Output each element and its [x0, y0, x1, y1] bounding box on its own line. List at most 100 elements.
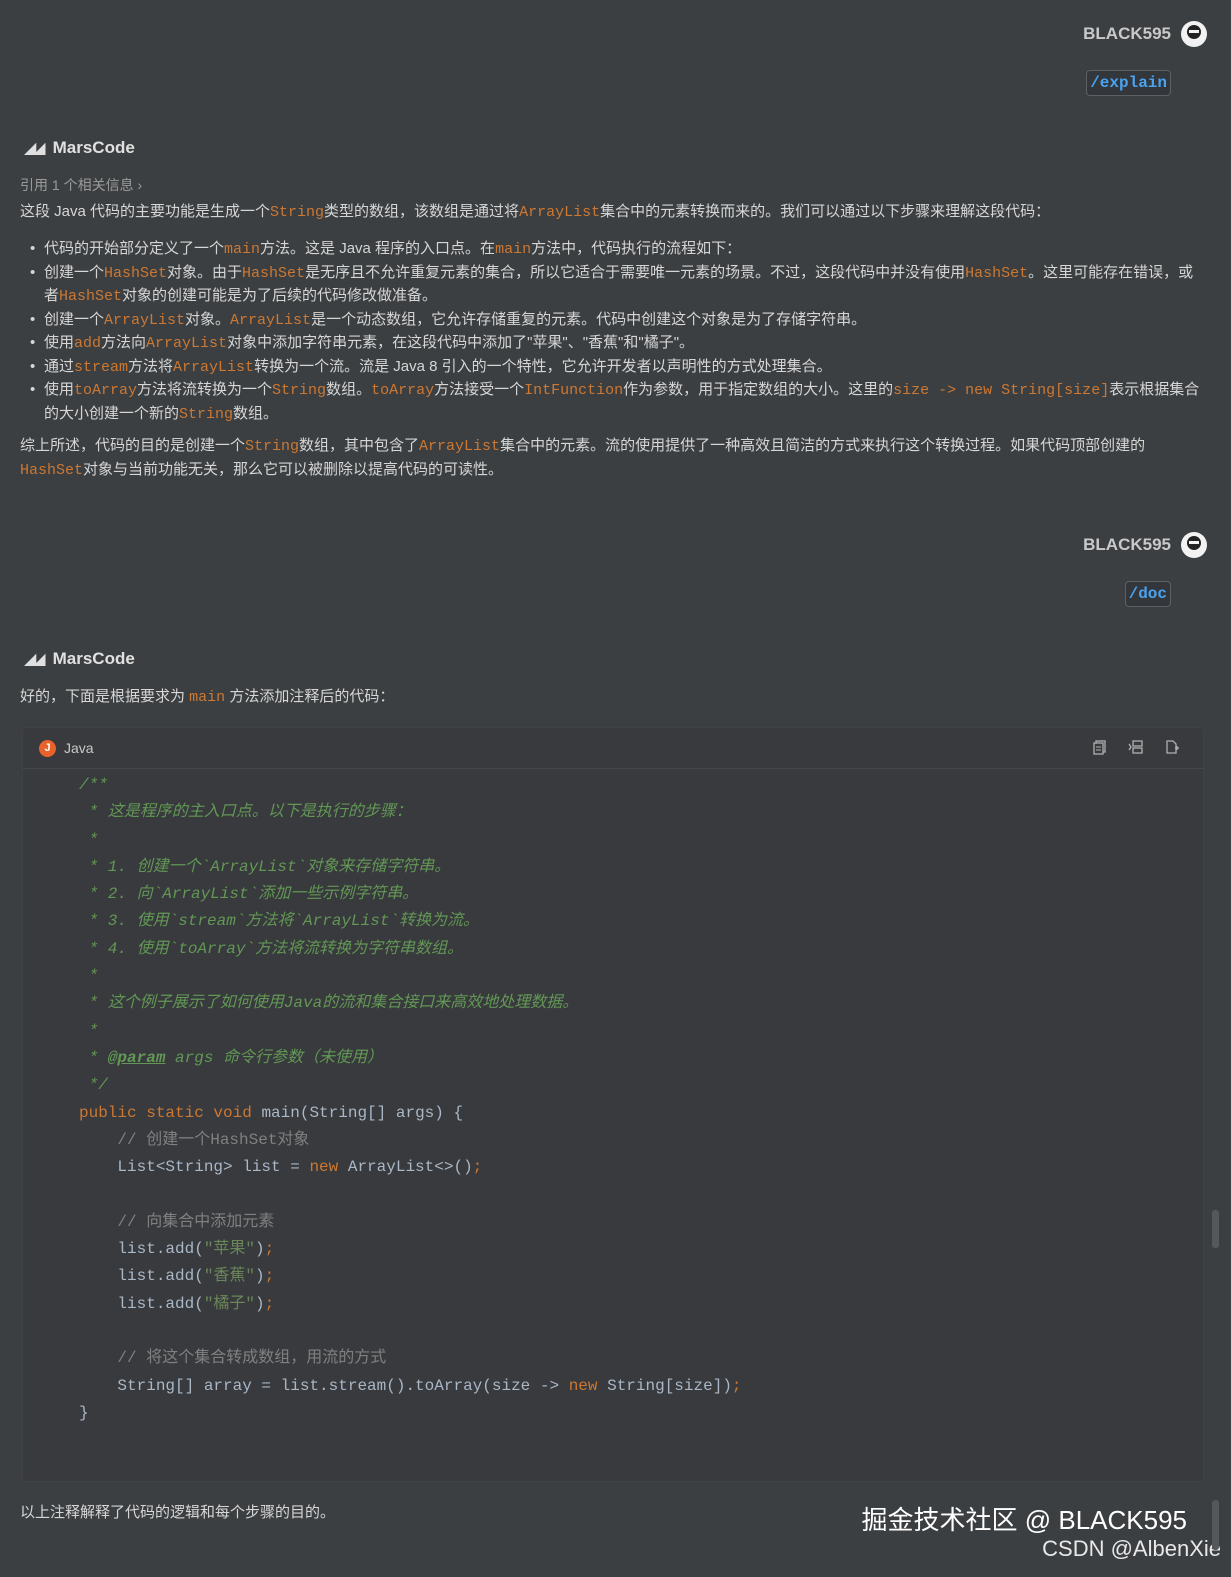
inline-code: main [495, 241, 532, 258]
user-name: BLACK595 [1083, 24, 1171, 43]
code-line: public static void main(String[] args) { [79, 1103, 464, 1122]
text-segment: 使用 [44, 381, 75, 398]
text-segment: 方法接受一个 [434, 381, 525, 398]
inline-code: add [74, 335, 102, 352]
text-segment: 代码的开始部分定义了一个 [44, 240, 225, 257]
new-file-icon[interactable] [1163, 738, 1181, 756]
inline-code: toArray [74, 382, 138, 399]
code-content: /** * 这是程序的主入口点。以下是执行的步骤： * * 1. 创建一个`Ar… [23, 772, 742, 1427]
marscode-logo-icon: ◢◢ [24, 651, 46, 668]
text-segment: 创建一个 [44, 263, 105, 281]
code-block: J Java /** * 这是程序的主入口点。以下是执行的步骤： * * 1. … [22, 727, 1204, 1482]
scrollbar-thumb[interactable] [1212, 1210, 1219, 1248]
text-segment: 综上所述，代码的目的是创建一个 [20, 437, 246, 454]
text-segment: 数组，其中包含了 [299, 437, 420, 454]
text-segment: 集合中的元素。流的使用提供了一种高效且简洁的方式来执行这个转换过程。如果代码顶部… [500, 437, 1146, 454]
text-segment: 对象。由于 [167, 263, 243, 281]
code-line: List<String> list = new ArrayList<>(); [79, 1158, 483, 1177]
inline-code: HashSet [242, 264, 306, 282]
inline-code: size -> new String[size] [893, 382, 1110, 399]
user-header-2: BLACK595 [1083, 532, 1207, 558]
explain-summary: 综上所述，代码的目的是创建一个String数组，其中包含了ArrayList集合… [20, 434, 1201, 482]
inline-code: String [245, 438, 300, 455]
avatar[interactable] [1181, 532, 1207, 558]
code-block-header: J Java [23, 728, 1203, 769]
code-line: list.add("橘子"); [79, 1294, 275, 1313]
code-line: * 这是程序的主入口点。以下是执行的步骤： [79, 803, 412, 822]
insert-icon[interactable] [1127, 738, 1145, 756]
avatar[interactable] [1181, 21, 1207, 47]
text-segment: 方法。这是 Java 程序的入口点。在 [260, 240, 496, 257]
text-segment: 这段 Java 代码的主要功能是生成一个 [20, 203, 271, 220]
text-segment: 类型的数组，该数组是通过将 [324, 203, 520, 220]
code-line: * 3. 使用`stream`方法将`ArrayList`转换为流。 [79, 912, 480, 931]
command-doc: /doc [1124, 581, 1171, 607]
text-segment: 方法添加注释后的代码： [225, 688, 395, 705]
text-segment: 方法将流转换为一个 [137, 381, 273, 398]
inline-code: HashSet [104, 264, 168, 282]
text-segment: 方法向 [101, 334, 147, 351]
csdn-watermark: CSDN @AlbenXie [1042, 1536, 1221, 1561]
text-segment: 作为参数，用于指定数组的大小。这里的 [623, 381, 894, 398]
text-segment: 数组。 [326, 381, 372, 398]
explain-intro: 这段 Java 代码的主要功能是生成一个String类型的数组，该数组是通过将A… [20, 200, 1201, 224]
copy-icon[interactable] [1091, 738, 1109, 756]
bullet-item: 使用toArray方法将流转换为一个String数组。toArray方法接受一个… [20, 379, 1201, 426]
code-line: */ [79, 1076, 108, 1095]
marscode-logo-icon: ◢◢ [24, 140, 46, 157]
code-line: list.add("香蕉"); [79, 1267, 275, 1286]
text-segment: 是一个动态数组，它允许存储重复的元素。代码中创建这个对象是为了存储字符串。 [311, 310, 867, 328]
code-line: // 创建一个HashSet对象 [79, 1130, 310, 1149]
scrollbar-thumb[interactable] [1212, 1500, 1219, 1550]
code-line: * 这个例子展示了如何使用Java的流和集合接口来高效地处理数据。 [79, 994, 579, 1013]
user-header-1: BLACK595 [1083, 21, 1207, 47]
text-segment: 创建一个 [44, 310, 105, 328]
user-name: BLACK595 [1083, 535, 1171, 554]
code-line: String[] array = list.stream().toArray(s… [79, 1376, 742, 1395]
code-language: Java [64, 740, 94, 756]
bot-name: MarsCode [52, 138, 135, 157]
command-explain: /explain [1086, 70, 1171, 96]
inline-code: stream [74, 358, 129, 376]
text-segment: 使用 [44, 334, 75, 351]
juejin-watermark: 掘金技术社区 @ BLACK595 [861, 1505, 1187, 1535]
bullet-item: 代码的开始部分定义了一个main方法。这是 Java 程序的入口点。在main方… [20, 238, 1201, 262]
text-segment: 方法将 [128, 357, 174, 375]
inline-code: ArrayList [104, 311, 186, 329]
bullet-item: 使用add方法向ArrayList对象中添加字符串元素，在这段代码中添加了"苹果… [20, 332, 1201, 356]
bot-name: MarsCode [52, 649, 135, 668]
text-segment: 集合中的元素转换而来的。我们可以通过以下步骤来理解这段代码： [600, 203, 1051, 220]
text-segment: 通过 [44, 357, 75, 375]
inline-code: String [270, 204, 325, 221]
text-segment: 对象与当前功能无关，那么它可以被删除以提高代码的可读性。 [83, 461, 504, 478]
code-line: * [79, 830, 99, 849]
inline-code: main [189, 689, 226, 706]
code-line: * @param args 命令行参数（未使用） [79, 1048, 384, 1067]
inline-code: main [224, 241, 261, 258]
code-line: // 向集合中添加元素 [79, 1212, 275, 1231]
code-line: * 2. 向`ArrayList`添加一些示例字符串。 [79, 885, 419, 904]
inline-code: toArray [371, 382, 435, 399]
bot-header-1: ◢◢ MarsCode [24, 138, 135, 158]
inline-code: ArrayList [419, 438, 501, 455]
code-line: // 将这个集合转成数组，用流的方式 [79, 1349, 387, 1368]
inline-code: String [179, 405, 234, 423]
bullet-item: 创建一个ArrayList对象。ArrayList是一个动态数组，它允许存储重复… [20, 309, 1201, 333]
inline-code: String [272, 382, 327, 399]
text-segment: 对象中添加字符串元素，在这段代码中添加了"苹果"、"香蕉"和"橘子"。 [227, 334, 695, 351]
inline-code: HashSet [59, 288, 123, 305]
reference-link[interactable]: 引用 1 个相关信息 › [20, 175, 142, 195]
text-segment: 是无序且不允许重复元素的集合，所以它适合于需要唯一元素的场景。不过，这段代码中并… [305, 263, 966, 281]
code-line: * 4. 使用`toArray`方法将流转换为字符串数组。 [79, 939, 464, 958]
code-line: list.add("苹果"); [79, 1240, 275, 1259]
bullet-item: 创建一个HashSet对象。由于HashSet是无序且不允许重复元素的集合，所以… [20, 262, 1201, 309]
explain-bullet-list: 代码的开始部分定义了一个main方法。这是 Java 程序的入口点。在main方… [20, 238, 1201, 426]
text-segment: 好的，下面是根据要求为 [20, 688, 190, 705]
code-line: * 1. 创建一个`ArrayList`对象来存储字符串。 [79, 857, 451, 876]
code-line: } [79, 1403, 89, 1422]
code-line: /** [79, 776, 108, 794]
doc-footer: 以上注释解释了代码的逻辑和每个步骤的目的。 [20, 1504, 336, 1521]
inline-code: ArrayList [230, 311, 312, 329]
